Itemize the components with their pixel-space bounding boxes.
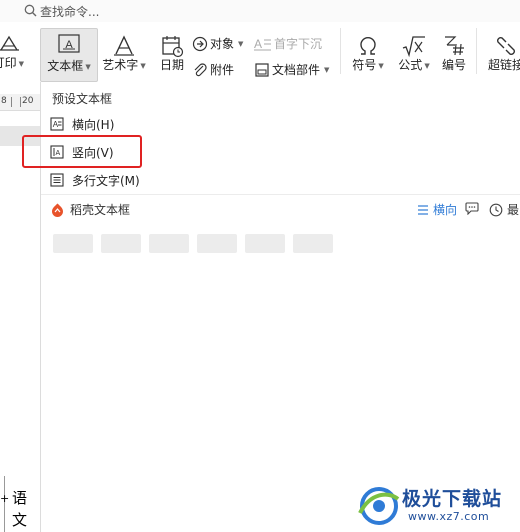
dropcap-label: 首字下沉 [274,37,323,51]
ruler-number: 20 [22,96,34,106]
sqrt-x-icon [402,36,425,58]
daoke-textbox-header: 稻壳文本框 [51,201,130,218]
loading-placeholder [53,234,93,253]
object-label: 对象 [210,37,235,51]
ruler-number: 8 [1,96,7,106]
table-anchor-mark: + [0,492,10,505]
orientation-filter[interactable]: 横向 [417,201,457,218]
textbox-button[interactable]: A 文本框 ▼ [40,28,98,82]
loading-placeholder [101,234,141,253]
formula-label: 公式 [398,58,423,72]
command-search-bar[interactable]: 查找命令... [0,0,520,22]
symbol-label: 符号 [352,58,377,72]
print-label: 打印 [0,56,17,70]
horizontal-ruler[interactable]: 8 20 [0,94,40,111]
attachment-button[interactable]: 附件 [192,61,234,78]
document-part-icon [255,62,269,77]
loading-placeholder [293,234,333,253]
annotation-highlight-box [22,135,142,168]
numbering-label: 编号 [441,58,466,72]
chat-bubble-icon [465,202,479,215]
menu-item-label: 横向(H) [72,117,115,132]
preset-textbox-title: 预设文本框 [52,92,113,106]
ribbon-separator [340,28,341,74]
dropcap-icon: A [254,37,271,51]
loading-placeholder [149,234,189,253]
horizontal-textbox-icon: A [50,117,64,131]
recent-button[interactable]: 最 [489,201,519,218]
ribbon-separator [476,28,477,74]
art-text-icon [114,35,134,56]
loading-placeholder [245,234,285,253]
object-button[interactable]: 对象 ▼ [192,35,243,52]
document-char: 文 [12,511,28,529]
object-icon [192,36,208,51]
paperclip-icon [194,62,207,76]
arttext-button[interactable]: 艺术字 ▼ [100,34,148,73]
omega-icon [360,36,376,55]
arttext-label: 艺术字 [102,58,139,72]
menu-item-multiline[interactable]: 多行文字(M) [47,168,157,192]
textbox-icon: A [58,34,80,53]
document-char: 语 [12,489,28,507]
clock-icon [489,203,503,216]
menu-item-horizontal[interactable]: A 横向(H) [47,112,157,136]
daoke-logo-icon [52,203,63,217]
dropcap-button[interactable]: A 首字下沉 [254,35,322,52]
svg-text:A: A [254,37,262,51]
menu-item-label: 多行文字(M) [72,173,140,188]
search-input[interactable]: 查找命令... [40,3,99,20]
watermark-brand: 极光下载站 [402,488,503,510]
loading-placeholder [197,234,237,253]
watermark-logo-icon [358,487,400,525]
number-sign-icon [445,36,464,56]
attachment-label: 附件 [210,63,235,77]
link-icon [497,37,515,55]
calendar-icon [162,36,184,58]
date-button[interactable]: 日期 [154,34,190,72]
svg-text:A: A [53,120,59,129]
print-button-partial[interactable]: 打印▼ [0,34,24,71]
daoke-title: 稻壳文本框 [70,203,131,217]
symbol-button[interactable]: 符号 ▼ [348,34,388,73]
formula-button[interactable]: 公式 ▼ [394,34,434,73]
textbox-label: 文本框 [47,59,84,73]
panel-divider [41,194,520,195]
ruler-tick [11,97,12,107]
docpart-button[interactable]: 文档部件 ▼ [254,61,329,78]
orientation-filter-label: 横向 [433,203,458,217]
watermark-url: www.xz7.com [408,510,490,523]
print-icon [0,35,19,51]
multiline-textbox-icon [50,173,64,187]
recent-label: 最 [507,203,520,217]
watermark: 极光下载站 www.xz7.com [354,480,520,532]
ruler-tick [20,97,21,107]
hyperlink-label: 超链接 [487,58,520,72]
date-label: 日期 [159,58,184,72]
insert-ribbon: 打印▼ A 文本框▼ 艺术字▼ 日期 [0,22,520,83]
docpart-label: 文档部件 [272,63,321,77]
search-icon [24,4,37,17]
hyperlink-button[interactable]: 超链接 [484,34,520,72]
comment-button[interactable] [465,201,479,215]
list-lines-icon [418,204,428,215]
numbering-button[interactable]: 编号 [438,34,470,72]
